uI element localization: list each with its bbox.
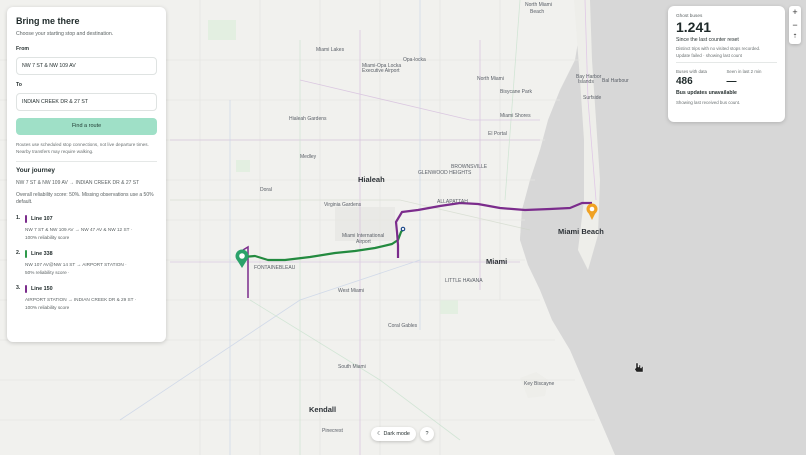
zoom-in-button[interactable]: +: [789, 6, 801, 19]
to-input[interactable]: INDIAN CREEK DR & 27 ST: [16, 93, 157, 111]
leg-stops: NW 7 ST & NW 109 AV → NW 47 AV & NW 12 S…: [25, 227, 133, 232]
update-status: Update failed · showing last count: [676, 53, 742, 58]
journey-reliability: Overall reliability score: 50%. Missing …: [16, 192, 154, 205]
route-panel-subtitle: Choose your starting stop and destinatio…: [16, 31, 114, 37]
leg-stops: NW 107 AV@NW 14 ST → AIRPORT STATION ·: [25, 262, 127, 267]
reset-north-button[interactable]: ⇡: [789, 31, 801, 44]
route-panel-title: Bring me there: [16, 16, 80, 26]
leg-line-name: Line 338: [31, 251, 53, 257]
journey-leg: 2. Line 338 NW 107 AV@NW 14 ST → AIRPORT…: [16, 250, 157, 277]
divider: [16, 161, 157, 162]
leg-score: 100% reliability score: [25, 235, 70, 240]
map-place-label: Miami Shores: [500, 113, 531, 119]
map-place-label: Miami Lakes: [316, 47, 345, 53]
map-place-label: South Miami: [338, 364, 366, 370]
leg-score: 100% reliability score: [25, 305, 70, 310]
counter-reset-label: Since the last counter reset: [676, 37, 739, 43]
map-place-label: Doral: [260, 187, 272, 193]
seen-recent-label: Seen in last 2 min: [726, 69, 762, 74]
leg-number: 3.: [16, 285, 21, 291]
map-place-label: GLENWOOD HEIGHTS: [418, 170, 472, 176]
leg-number: 1.: [16, 215, 21, 221]
leg-number: 2.: [16, 250, 21, 256]
journey-summary: NW 7 ST & NW 109 AV → INDIAN CREEK DR & …: [16, 180, 140, 186]
dark-mode-button[interactable]: ☾ Dark mode: [371, 427, 416, 441]
journey-leg: 3. Line 150 AIRPORT STATION → INDIAN CRE…: [16, 285, 157, 312]
ghost-bus-panel: Ghost buses 1.241 Since the last counter…: [668, 6, 785, 122]
map-place-label: Bal Harbour: [602, 78, 629, 84]
leg-color-bar: [25, 285, 27, 293]
map-place-label: LITTLE HAVANA: [445, 278, 483, 284]
map-place-label: West Miami: [338, 288, 364, 294]
leg-stops: AIRPORT STATION → INDIAN CREEK DR & 29 S…: [25, 297, 137, 302]
leg-color-bar: [25, 215, 27, 223]
map-place-label: Coral Gables: [388, 323, 418, 329]
map-place-label: Executive Airport: [362, 68, 400, 74]
journey-leg: 1. Line 107 NW 7 ST & NW 109 AV → NW 47 …: [16, 215, 157, 242]
map-place-label: El Portal: [488, 131, 507, 137]
leg-score: 50% reliability score ·: [25, 270, 70, 275]
map-place-label: ALLAPATTAH: [437, 199, 468, 205]
map-place-label: North Miami: [477, 76, 504, 82]
map-city-label: Miami: [486, 257, 507, 266]
map-city-label: Kendall: [309, 405, 336, 414]
zoom-controls: + − ⇡: [789, 6, 801, 44]
last-count-note: Showing last received bus count.: [676, 100, 741, 105]
map-place-label: Bisycane Park: [500, 89, 532, 95]
distinct-trips-note: Distinct trips with no visited stops rec…: [676, 46, 761, 51]
map-place-label: FONTAINEBLEAU: [254, 265, 296, 271]
ghost-bus-title: Ghost buses: [676, 13, 703, 18]
map-place-label: Medley: [300, 154, 317, 160]
leg-line-name: Line 150: [31, 286, 53, 292]
leg-line-name: Line 107: [31, 216, 53, 222]
to-label: To: [16, 82, 22, 88]
buses-with-data-value: 486: [676, 76, 693, 87]
zoom-out-button[interactable]: −: [789, 19, 801, 32]
divider: [676, 62, 777, 63]
map-place-label: Virginia Gardens: [324, 202, 362, 208]
ghost-bus-count: 1.241: [676, 19, 712, 35]
bus-updates-status: Bus updates unavailable: [676, 90, 737, 96]
map-place-label: Beach: [530, 9, 544, 15]
find-route-button[interactable]: Find a route: [16, 118, 157, 135]
map-city-label: Hialeah: [358, 175, 385, 184]
seen-recent-value: —: [726, 76, 737, 87]
routes-note: Routes use scheduled stop connections, n…: [16, 142, 149, 154]
map-place-label: Islands: [578, 79, 594, 85]
leg-color-bar: [25, 250, 27, 258]
from-label: From: [16, 46, 29, 52]
info-button[interactable]: ?: [420, 427, 434, 441]
journey-title: Your journey: [16, 167, 55, 174]
map-place-label: Pinecrest: [322, 428, 343, 434]
buses-with-data-label: Buses with data: [676, 69, 707, 74]
map-place-label: Key Biscayne: [524, 381, 555, 387]
map-place-label: Airport: [356, 239, 371, 245]
route-panel: Bring me there Choose your starting stop…: [7, 7, 166, 342]
map-place-label: Opa-locka: [403, 57, 426, 63]
map-place-label: North Miami: [525, 2, 552, 8]
from-input[interactable]: NW 7 ST & NW 109 AV: [16, 57, 157, 75]
map-place-label: Hialeah Gardens: [289, 116, 327, 122]
map-city-label: Miami Beach: [558, 227, 604, 236]
map-place-label: Surfside: [583, 95, 602, 101]
